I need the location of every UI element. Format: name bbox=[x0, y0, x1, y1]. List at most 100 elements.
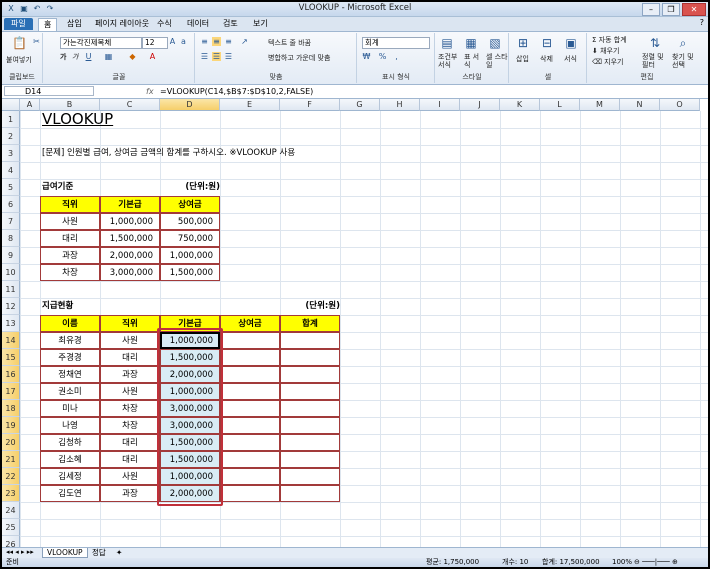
delete-cells-button[interactable]: 삭제 bbox=[540, 54, 553, 64]
table2-cell[interactable] bbox=[280, 451, 340, 468]
table2-cell[interactable] bbox=[220, 468, 280, 485]
percent-icon[interactable]: % bbox=[378, 52, 387, 61]
zoom-slider[interactable]: ⊖ ───|─── ⊕ bbox=[634, 558, 678, 567]
row-header-2[interactable]: 2 bbox=[2, 128, 20, 145]
column-header-l[interactable]: L bbox=[540, 99, 580, 111]
row-header-7[interactable]: 7 bbox=[2, 213, 20, 230]
table2-cell[interactable]: 차장 bbox=[100, 417, 160, 434]
tab-data[interactable]: 데이터 bbox=[182, 18, 214, 30]
underline-icon[interactable]: U bbox=[84, 52, 93, 61]
table2-cell[interactable] bbox=[280, 366, 340, 383]
table2-cell[interactable] bbox=[280, 349, 340, 366]
table1-cell[interactable]: 1,500,000 bbox=[100, 230, 160, 247]
table2-header-cell[interactable]: 이름 bbox=[40, 315, 100, 332]
delete-cells-icon[interactable]: ⊟ bbox=[540, 36, 554, 50]
row-header-9[interactable]: 9 bbox=[2, 247, 20, 264]
column-header-n[interactable]: N bbox=[620, 99, 660, 111]
table1-cell[interactable]: 1,000,000 bbox=[160, 247, 220, 264]
tab-view[interactable]: 보기 bbox=[248, 18, 273, 30]
table-format-icon[interactable]: ▦ bbox=[464, 36, 478, 50]
table2-cell[interactable] bbox=[280, 485, 340, 502]
font-size-box[interactable]: 12 bbox=[142, 37, 168, 49]
row-header-10[interactable]: 10 bbox=[2, 264, 20, 281]
sort-filter-button[interactable]: 정렬 및 필터 bbox=[642, 53, 668, 69]
row-header-1[interactable]: 1 bbox=[2, 111, 20, 128]
insert-cells-button[interactable]: 삽입 bbox=[516, 54, 529, 64]
table1-cell[interactable]: 3,000,000 bbox=[100, 264, 160, 281]
border-icon[interactable]: ▦ bbox=[104, 52, 113, 61]
instruction-text[interactable]: [문제] 인원별 급여, 상여금 금액의 합계를 구하시오. ※VLOOKUP … bbox=[42, 145, 372, 162]
table2-label[interactable]: 지급현황 bbox=[42, 298, 102, 315]
tab-insert[interactable]: 삽입 bbox=[62, 18, 87, 30]
column-header-o[interactable]: O bbox=[660, 99, 700, 111]
clear-button[interactable]: ⌫ 지우기 bbox=[592, 57, 623, 67]
tab-home[interactable]: 홈 bbox=[38, 18, 58, 31]
find-select-button[interactable]: 찾기 및 선택 bbox=[672, 53, 700, 69]
table2-cell[interactable]: 김세정 bbox=[40, 468, 100, 485]
table2-header-cell[interactable]: 상여금 bbox=[220, 315, 280, 332]
new-sheet-icon[interactable]: ✦ bbox=[112, 548, 126, 557]
table2-cell[interactable]: 나영 bbox=[40, 417, 100, 434]
format-cells-icon[interactable]: ▣ bbox=[564, 36, 578, 50]
table2-cell[interactable]: 대리 bbox=[100, 434, 160, 451]
table1-cell[interactable]: 750,000 bbox=[160, 230, 220, 247]
row-header-25[interactable]: 25 bbox=[2, 519, 20, 536]
formula-input[interactable]: =VLOOKUP(C14,$B$7:$D$10,2,FALSE) bbox=[160, 86, 313, 97]
row-header-13[interactable]: 13 bbox=[2, 315, 20, 332]
table1-header-cell[interactable]: 상여금 bbox=[160, 196, 220, 213]
table2-cell[interactable] bbox=[280, 417, 340, 434]
column-header-f[interactable]: F bbox=[280, 99, 340, 111]
cut-icon[interactable]: ✂ bbox=[32, 37, 41, 46]
align-bottom-icon[interactable]: ≡ bbox=[224, 37, 233, 46]
orientation-icon[interactable]: ↗ bbox=[240, 37, 249, 46]
conditional-format-icon[interactable]: ▤ bbox=[440, 36, 454, 50]
wrap-text-button[interactable]: 텍스트 줄 바꿈 bbox=[268, 38, 311, 48]
italic-button[interactable]: 가 bbox=[72, 52, 78, 62]
tab-review[interactable]: 검토 bbox=[218, 18, 243, 30]
table2-cell[interactable] bbox=[280, 400, 340, 417]
table1-cell[interactable]: 2,000,000 bbox=[100, 247, 160, 264]
tab-formulas[interactable]: 수식 bbox=[152, 18, 177, 30]
column-header-g[interactable]: G bbox=[340, 99, 380, 111]
sort-filter-icon[interactable]: ⇅ bbox=[648, 36, 662, 50]
conditional-format-button[interactable]: 조건부 서식 bbox=[438, 53, 460, 69]
table2-cell[interactable]: 사원 bbox=[100, 332, 160, 349]
sheet-title[interactable]: VLOOKUP bbox=[42, 108, 162, 130]
row-header-20[interactable]: 20 bbox=[2, 434, 20, 451]
sheet-nav-icon[interactable]: ◂◂ ◂ ▸ ▸▸ bbox=[6, 548, 34, 557]
row-header-5[interactable]: 5 bbox=[2, 179, 20, 196]
table1-cell[interactable]: 사원 bbox=[40, 213, 100, 230]
font-name-box[interactable]: 가는각진제목체 bbox=[60, 37, 142, 49]
table2-cell[interactable] bbox=[220, 349, 280, 366]
paste-icon[interactable]: 📋 bbox=[12, 36, 27, 50]
row-header-17[interactable]: 17 bbox=[2, 383, 20, 400]
row-header-21[interactable]: 21 bbox=[2, 451, 20, 468]
column-header-e[interactable]: E bbox=[220, 99, 280, 111]
table2-cell[interactable]: 과장 bbox=[100, 366, 160, 383]
table2-cell[interactable] bbox=[280, 332, 340, 349]
table2-cell[interactable]: 김도연 bbox=[40, 485, 100, 502]
cell-style-button[interactable]: 셀 스타일 bbox=[486, 53, 508, 69]
table2-cell[interactable]: 과장 bbox=[100, 485, 160, 502]
table2-cell[interactable] bbox=[280, 468, 340, 485]
table1-header-cell[interactable]: 직위 bbox=[40, 196, 100, 213]
paste-button[interactable]: 붙여넣기 bbox=[6, 55, 32, 65]
table2-cell[interactable] bbox=[220, 434, 280, 451]
column-header-i[interactable]: I bbox=[420, 99, 460, 111]
table2-cell[interactable] bbox=[220, 400, 280, 417]
table2-cell[interactable] bbox=[220, 417, 280, 434]
row-header-26[interactable]: 26 bbox=[2, 536, 20, 547]
align-left-icon[interactable]: ☰ bbox=[200, 52, 209, 61]
minimize-icon[interactable]: – bbox=[642, 3, 660, 16]
select-all-corner[interactable] bbox=[2, 99, 20, 111]
table2-header-cell[interactable]: 직위 bbox=[100, 315, 160, 332]
row-header-22[interactable]: 22 bbox=[2, 468, 20, 485]
comma-icon[interactable]: , bbox=[392, 52, 401, 61]
table2-unit[interactable]: (단위:원) bbox=[280, 298, 340, 315]
column-header-j[interactable]: J bbox=[460, 99, 500, 111]
number-format-box[interactable]: 회계 bbox=[362, 37, 430, 49]
currency-icon[interactable]: ₩ bbox=[362, 52, 371, 61]
table-format-button[interactable]: 표 서식 bbox=[464, 53, 482, 69]
table2-cell[interactable] bbox=[220, 332, 280, 349]
fill-button[interactable]: ⬇ 채우기 bbox=[592, 46, 619, 56]
